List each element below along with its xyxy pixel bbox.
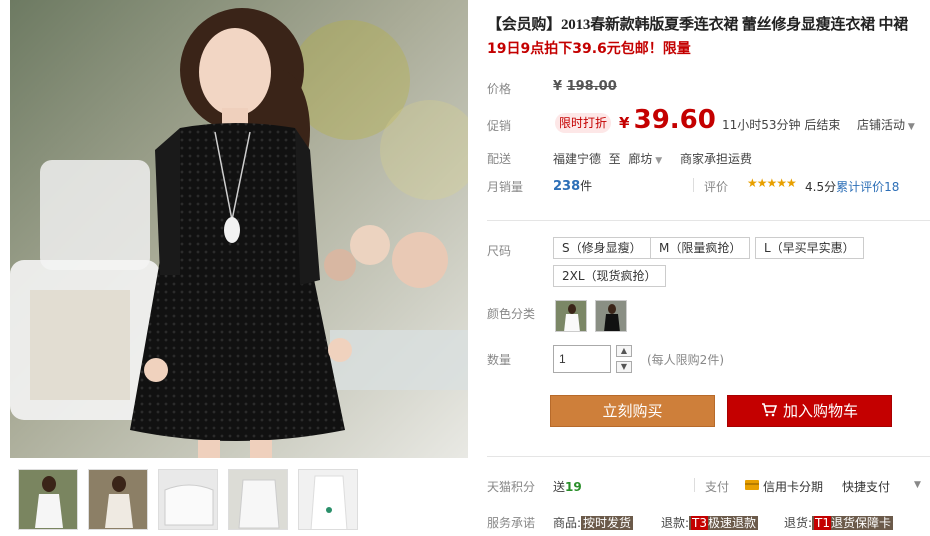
monthly-sales-unit: 件 <box>580 179 593 193</box>
buy-now-button[interactable]: 立刻购买 <box>550 395 715 427</box>
service-label: 服务承诺 <box>487 516 536 530</box>
size-label: 尺码 <box>487 244 512 258</box>
service-goods: 商品: 按时发货 <box>553 514 634 531</box>
product-title: 【会员购】2013春新款韩版夏季连衣裙 蕾丝修身显瘦连衣裙 中裙 <box>487 17 909 33</box>
monthly-sales-label: 月销量 <box>487 180 524 194</box>
fast-pay-link[interactable]: 快捷支付 <box>842 478 890 495</box>
monthly-sales: 238件 <box>553 177 592 194</box>
rating-label: 评价 <box>704 180 729 194</box>
credit-installment-link[interactable]: 信用卡分期 <box>763 478 823 495</box>
chevron-down-icon: ▼ <box>652 156 663 166</box>
quantity-input[interactable] <box>553 345 611 373</box>
section-divider <box>487 456 930 457</box>
service-return: 退货: T1退货保障卡 <box>784 514 894 531</box>
ship-route: 福建宁德 至 廊坊 ▼ <box>553 150 662 167</box>
section-divider <box>487 220 930 221</box>
promo-label: 促销 <box>487 119 512 133</box>
chevron-down-icon[interactable]: ▼ <box>914 480 921 490</box>
shipping-fee-note: 商家承担运费 <box>680 152 753 166</box>
original-price-amount: 198.00 <box>566 79 617 94</box>
original-price-currency: ¥ <box>553 79 563 94</box>
thumbnail-2[interactable] <box>88 469 148 530</box>
rating-stars-icon: ★★★★★ <box>747 176 797 190</box>
promo-countdown: 11小时53分钟 后结束 <box>722 118 841 132</box>
ship-to-selector[interactable]: 廊坊 ▼ <box>628 152 662 166</box>
service-return-t: T1 <box>814 516 832 530</box>
delivery-label: 配送 <box>487 152 512 166</box>
add-to-cart-button[interactable]: 加入购物车 <box>727 395 892 427</box>
service-refund: 退款: T3极速退款 <box>661 514 759 531</box>
quantity-decrease-button[interactable]: ▼ <box>616 361 632 373</box>
size-option-2xl[interactable]: 2XL（现货疯抢） <box>553 265 666 287</box>
ship-to: 廊坊 <box>628 152 653 166</box>
thumbnail-5[interactable] <box>298 469 358 530</box>
quantity-limit-note: (每人限购2件) <box>647 353 724 367</box>
promo-price: ¥ 39.60 <box>619 105 716 135</box>
size-option-l[interactable]: L（早买早实惠） <box>755 237 864 259</box>
points-number: 19 <box>565 480 582 494</box>
credit-card-icon <box>745 480 759 490</box>
chevron-down-icon: ▼ <box>905 122 915 132</box>
shop-activity-label: 店铺活动 <box>857 118 906 132</box>
service-goods-label: 商品: <box>553 516 582 530</box>
model-photo <box>10 0 468 458</box>
monthly-sales-count: 238 <box>553 179 581 194</box>
color-swatch-white[interactable] <box>555 300 587 332</box>
ship-from: 福建宁德 <box>553 152 602 166</box>
points-label: 天猫积分 <box>487 480 536 494</box>
promo-badge: 限时打折 <box>555 113 611 133</box>
rating-count-link[interactable]: 累计评价18 <box>836 180 899 194</box>
shop-activity-dropdown[interactable]: 店铺活动 ▼ <box>857 116 915 133</box>
promo-price-currency: ¥ <box>619 114 630 132</box>
original-price: ¥ 198.00 <box>553 79 617 94</box>
points-value: 送19 <box>553 478 582 495</box>
thumbnail-4[interactable] <box>228 469 288 530</box>
thumbnail-1[interactable] <box>18 469 78 530</box>
payment-label: 支付 <box>705 480 730 494</box>
service-goods-tag[interactable]: 按时发货 <box>581 516 634 530</box>
thumbnail-3[interactable] <box>158 469 218 530</box>
thumbnail-strip <box>18 469 358 530</box>
size-option-s[interactable]: S（修身显瘦） <box>553 237 651 259</box>
add-to-cart-label: 加入购物车 <box>782 402 858 420</box>
points-prefix: 送 <box>553 480 566 494</box>
price-label: 价格 <box>487 82 512 96</box>
main-product-image[interactable] <box>10 0 468 458</box>
color-swatch-black[interactable] <box>595 300 627 332</box>
service-return-text: 退货保障卡 <box>831 516 892 530</box>
divider <box>694 478 695 492</box>
product-subtitle: 19日9点拍下39.6元包邮！限量 <box>487 41 691 57</box>
buy-now-label: 立刻购买 <box>602 402 663 420</box>
quantity-label: 数量 <box>487 353 512 367</box>
service-refund-t: T3 <box>691 516 709 530</box>
rating-score: 4.5分 <box>805 180 837 194</box>
size-option-m[interactable]: M（限量疯抢） <box>650 237 751 259</box>
service-return-tag[interactable]: T1退货保障卡 <box>812 516 894 530</box>
service-return-label: 退货: <box>784 516 813 530</box>
service-refund-label: 退款: <box>661 516 690 530</box>
ship-to-word: 至 <box>608 152 621 166</box>
divider <box>693 178 694 192</box>
promo-price-amount: 39.60 <box>633 105 716 135</box>
service-refund-text: 极速退款 <box>708 516 757 530</box>
service-refund-tag[interactable]: T3极速退款 <box>689 516 759 530</box>
cart-icon <box>761 397 778 427</box>
chevron-down-icon: ▼ <box>620 362 628 371</box>
rating-summary[interactable]: 4.5分累计评价18 <box>805 178 899 195</box>
quantity-increase-button[interactable]: ▲ <box>616 345 632 357</box>
color-label: 颜色分类 <box>487 307 536 321</box>
chevron-up-icon: ▲ <box>620 346 628 355</box>
